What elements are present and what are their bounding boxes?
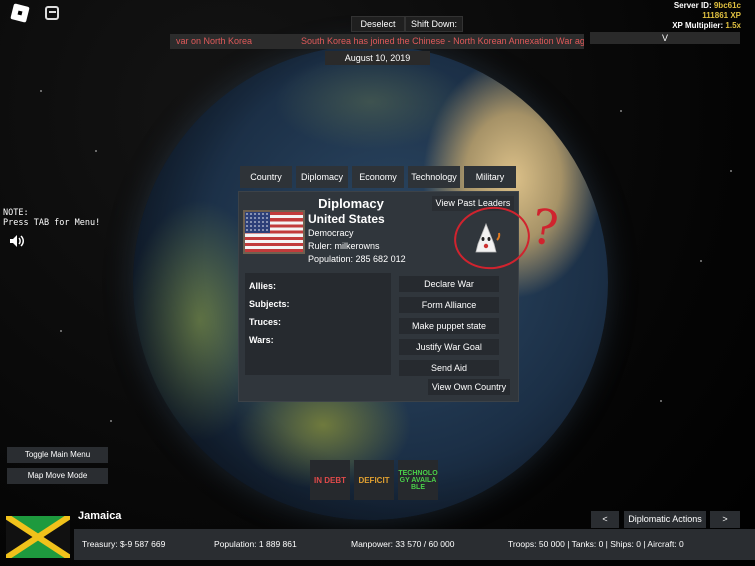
population-stat: Population: 1 889 861 (214, 539, 297, 549)
panel-title: Diplomacy (318, 196, 384, 211)
tab-military[interactable]: Military (464, 166, 516, 188)
note-text: Press TAB for Menu! (3, 218, 101, 228)
justify-war-goal-button[interactable]: Justify War Goal (399, 339, 499, 355)
tab-economy[interactable]: Economy (352, 166, 404, 188)
allies-label: Allies: (249, 281, 277, 291)
deficit-label: DEFICIT (358, 475, 390, 485)
player-country-name: Jamaica (78, 510, 122, 522)
send-aid-button[interactable]: Send Aid (399, 360, 499, 376)
declare-war-button[interactable]: Declare War (399, 276, 499, 292)
map-move-mode-button[interactable]: Map Move Mode (7, 468, 108, 484)
jamaica-flag-icon (6, 516, 70, 558)
server-id-key: Server ID: (673, 1, 712, 10)
military-stat: Troops: 50 000 | Tanks: 0 | Ships: 0 | A… (508, 539, 684, 549)
server-info: Server ID: 9bc61c 111861 XP XP Multiplie… (672, 1, 741, 31)
next-button[interactable]: > (710, 511, 740, 528)
stats-bar: Treasury: $-9 587 669 Population: 1 889 … (74, 529, 755, 560)
in-debt-label: IN DEBT (314, 475, 346, 485)
manpower-stat: Manpower: 33 570 / 60 000 (351, 539, 455, 549)
wars-label: Wars: (249, 335, 274, 345)
tab-diplomacy[interactable]: Diplomacy (296, 166, 348, 188)
game-date: August 10, 2019 (325, 51, 430, 65)
relations-box: Allies: Subjects: Truces: Wars: (245, 273, 391, 375)
treasury-stat: Treasury: $-9 587 669 (82, 539, 166, 549)
tab-country[interactable]: Country (240, 166, 292, 188)
truces-label: Truces: (249, 317, 282, 327)
status-in-debt: IN DEBT (310, 460, 350, 500)
speaker-icon[interactable] (9, 234, 25, 251)
usa-flag-icon (243, 210, 305, 254)
country-population: Population: 285 682 012 (308, 254, 406, 264)
status-deficit: DEFICIT (354, 460, 394, 500)
ticker-item-1: var on North Korea (176, 36, 253, 46)
roblox-logo-icon[interactable] (10, 3, 30, 23)
make-puppet-state-button[interactable]: Make puppet state (399, 318, 499, 334)
v-dropdown[interactable]: V (590, 32, 740, 44)
ticker-item-2: South Korea has joined the Chinese - Nor… (301, 36, 584, 46)
server-id-value: 9bc61c (713, 1, 741, 10)
chat-icon[interactable] (45, 6, 59, 20)
news-ticker: var on North Korea South Korea has joine… (170, 34, 584, 49)
government-type: Democracy (308, 228, 354, 238)
toggle-main-menu-button[interactable]: Toggle Main Menu (7, 447, 108, 463)
xp-total: 111861 XP (702, 11, 741, 20)
note-heading: NOTE: (3, 208, 29, 218)
ruler-name: Ruler: milkerowns (308, 241, 380, 251)
shift-down-toggle[interactable]: Shift Down: Off (405, 16, 463, 43)
subjects-label: Subjects: (249, 299, 290, 309)
status-technology-available[interactable]: TECHNOLOGY AVAILABLE (398, 460, 438, 500)
view-own-country-button[interactable]: View Own Country (428, 379, 510, 395)
xp-multiplier-value: 1.5x (725, 21, 741, 30)
diplomatic-actions-button[interactable]: Diplomatic Actions (624, 511, 706, 528)
diplomacy-panel: Diplomacy View Past Leaders United State… (238, 191, 534, 402)
technology-available-label: TECHNOLOGY AVAILABLE (398, 469, 438, 491)
prev-button[interactable]: < (591, 511, 619, 528)
form-alliance-button[interactable]: Form Alliance (399, 297, 499, 313)
tab-technology[interactable]: Technology (408, 166, 460, 188)
country-name: United States (308, 212, 385, 226)
deselect-button[interactable]: Deselect (351, 16, 405, 32)
menu-note: NOTE: Press TAB for Menu! (3, 208, 100, 228)
xp-multiplier-key: XP Multiplier: (672, 21, 724, 30)
